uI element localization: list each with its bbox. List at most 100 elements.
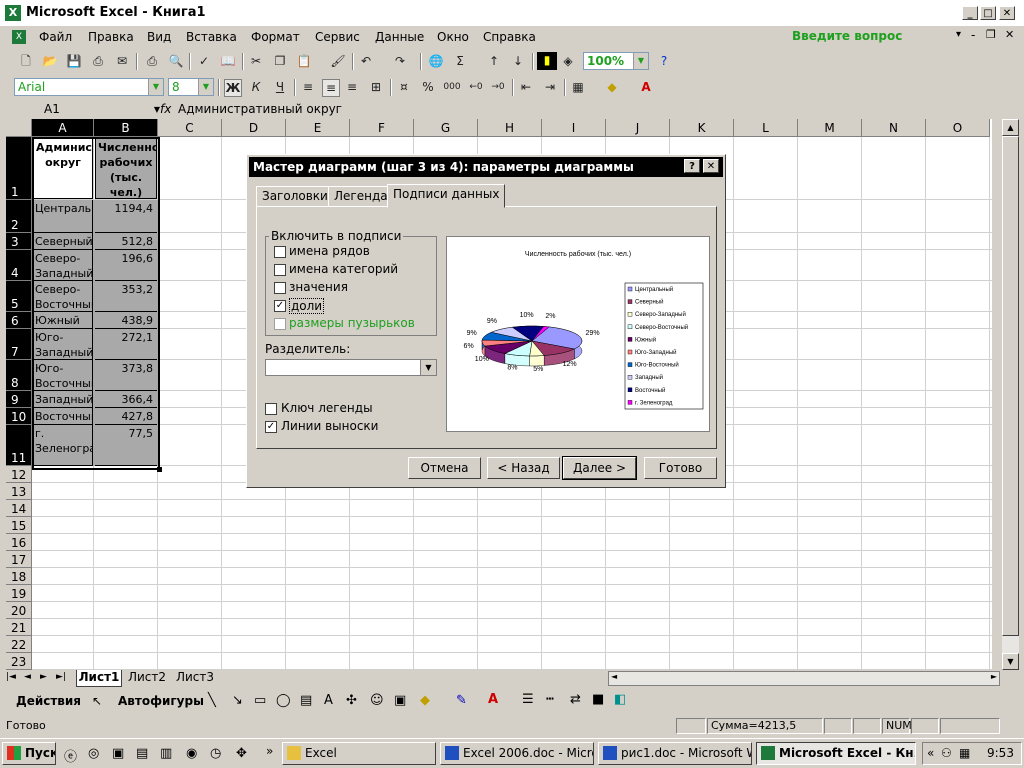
workbook-icon[interactable]: X: [12, 30, 26, 44]
menu-format[interactable]: Формат: [251, 30, 300, 44]
bold-button[interactable]: Ж: [224, 79, 242, 97]
column-header-c[interactable]: C: [158, 119, 222, 137]
percent-button[interactable]: %: [420, 79, 436, 95]
decrease-decimal-icon[interactable]: →0: [490, 79, 506, 95]
prev-sheet-icon[interactable]: ◄: [24, 672, 31, 682]
column-header-b[interactable]: B: [94, 119, 158, 137]
quicklaunch-icon-3[interactable]: ▥: [160, 746, 172, 761]
help-question-box[interactable]: Введите вопрос: [792, 29, 902, 43]
line-style-icon[interactable]: ☰: [522, 692, 534, 707]
align-center-icon[interactable]: ≡: [322, 79, 340, 97]
tray-expand-icon[interactable]: «: [927, 746, 934, 760]
align-right-icon[interactable]: ≡: [344, 79, 360, 95]
task-excel-active[interactable]: Microsoft Excel - Кн...: [756, 742, 916, 765]
quicklaunch-icon-5[interactable]: ✥: [236, 746, 247, 761]
dash-style-icon[interactable]: ┅: [546, 692, 554, 707]
row-header-8[interactable]: 8: [6, 360, 32, 391]
rectangle-icon[interactable]: ▭: [254, 693, 266, 708]
row-header-23[interactable]: 23: [6, 653, 32, 670]
chart-wizard-icon[interactable]: ▮: [537, 52, 557, 70]
scroll-up-icon[interactable]: ▲: [1002, 119, 1019, 136]
menu-tools[interactable]: Сервис: [315, 30, 360, 44]
column-header-a[interactable]: A: [32, 119, 94, 137]
undo-icon[interactable]: ↶: [358, 53, 374, 69]
doc-close-icon[interactable]: ✕: [1005, 28, 1014, 41]
row-header-3[interactable]: 3: [6, 233, 32, 250]
currency-icon[interactable]: ¤: [396, 79, 412, 95]
series-name-checkbox[interactable]: [274, 246, 286, 258]
task-excel-doc[interactable]: Excel 2006.doc - Micros...: [440, 742, 594, 765]
row-header-2[interactable]: 2: [6, 200, 32, 233]
menu-help[interactable]: Справка: [483, 30, 536, 44]
sheet-tab-1[interactable]: Лист1: [76, 670, 122, 687]
font-size-dropdown-icon[interactable]: ▼: [198, 79, 213, 95]
finish-button[interactable]: Готово: [644, 457, 717, 479]
increase-indent-icon[interactable]: ⇥: [542, 79, 558, 95]
next-button[interactable]: Далее >: [562, 456, 637, 480]
autoshapes-menu[interactable]: Автофигуры: [118, 694, 204, 708]
row-header-10[interactable]: 10: [6, 408, 32, 425]
autosum-icon[interactable]: Σ: [452, 53, 468, 69]
doc-minimize-icon[interactable]: -: [971, 28, 975, 42]
thousands-button[interactable]: 000: [442, 79, 462, 95]
increase-decimal-icon[interactable]: ←0: [468, 79, 484, 95]
row-header-4[interactable]: 4: [6, 250, 32, 281]
cell-district[interactable]: г. Зеленоград: [33, 425, 93, 466]
last-sheet-icon[interactable]: ►|: [56, 672, 66, 682]
column-header-n[interactable]: N: [862, 119, 926, 137]
sheet-tab-2[interactable]: Лист2: [126, 670, 168, 685]
fill-color-icon[interactable]: ◆: [604, 79, 620, 95]
menu-file[interactable]: Файл: [39, 30, 72, 44]
row-header-17[interactable]: 17: [6, 551, 32, 568]
header-cell-district[interactable]: Административный округ: [33, 138, 93, 199]
line-icon[interactable]: ╲: [208, 693, 216, 708]
3d-icon[interactable]: ◧: [614, 692, 626, 707]
bubble-size-checkbox[interactable]: [274, 318, 286, 330]
cell-workers[interactable]: 196,6: [95, 250, 157, 281]
cell-workers[interactable]: 272,1: [95, 329, 157, 360]
copy-icon[interactable]: ❐: [272, 53, 288, 69]
drawing-icon[interactable]: ◈: [560, 53, 576, 69]
scroll-down-icon[interactable]: ▼: [1002, 653, 1019, 670]
formula-input[interactable]: Административный округ: [178, 102, 342, 116]
column-header-o[interactable]: O: [926, 119, 990, 137]
fill-handle[interactable]: [157, 467, 162, 472]
cancel-button[interactable]: Отмена: [408, 457, 481, 479]
menu-edit[interactable]: Правка: [88, 30, 134, 44]
legend-key-checkbox[interactable]: [265, 403, 277, 415]
cell-workers[interactable]: 77,5: [95, 425, 157, 466]
quicklaunch-more-icon[interactable]: »: [266, 744, 273, 758]
network-icon[interactable]: ⚇: [941, 746, 952, 760]
row-header-5[interactable]: 5: [6, 281, 32, 312]
start-button[interactable]: Пуск: [2, 742, 56, 765]
row-header-13[interactable]: 13: [6, 483, 32, 500]
row-header-14[interactable]: 14: [6, 500, 32, 517]
cell-workers[interactable]: 1194,4: [95, 200, 157, 233]
quicklaunch-icon-4[interactable]: ◉: [186, 746, 197, 761]
excel-app-icon[interactable]: X: [5, 5, 21, 21]
column-header-l[interactable]: L: [734, 119, 798, 137]
research-icon[interactable]: 📖: [220, 53, 236, 69]
first-sheet-icon[interactable]: |◄: [6, 672, 16, 682]
cell-district[interactable]: Восточный: [33, 408, 93, 425]
menu-view[interactable]: Вид: [147, 30, 171, 44]
cell-district[interactable]: Западный: [33, 391, 93, 408]
tab-titles[interactable]: Заголовки: [256, 186, 334, 207]
horizontal-scrollbar[interactable]: ◄ ►: [608, 671, 1000, 686]
format-painter-icon[interactable]: 🖌: [330, 53, 346, 69]
cell-workers[interactable]: 353,2: [95, 281, 157, 312]
font-color-icon[interactable]: A: [638, 79, 654, 95]
menu-window[interactable]: Окно: [437, 30, 469, 44]
browser-icon[interactable]: ◎: [88, 746, 99, 761]
clock-app-icon[interactable]: ◷: [210, 746, 221, 761]
cell-workers[interactable]: 366,4: [95, 391, 157, 408]
tab-legend[interactable]: Легенда: [328, 186, 394, 207]
cell-district[interactable]: Северный: [33, 233, 93, 250]
row-header-20[interactable]: 20: [6, 602, 32, 619]
cell-district[interactable]: Юго-Восточный: [33, 360, 93, 391]
row-header-16[interactable]: 16: [6, 534, 32, 551]
name-box[interactable]: A1 ▼: [8, 101, 164, 118]
sort-ascending-icon[interactable]: ↑: [486, 53, 502, 69]
category-name-checkbox[interactable]: [274, 264, 286, 276]
cell-district[interactable]: Центральный: [33, 200, 93, 233]
